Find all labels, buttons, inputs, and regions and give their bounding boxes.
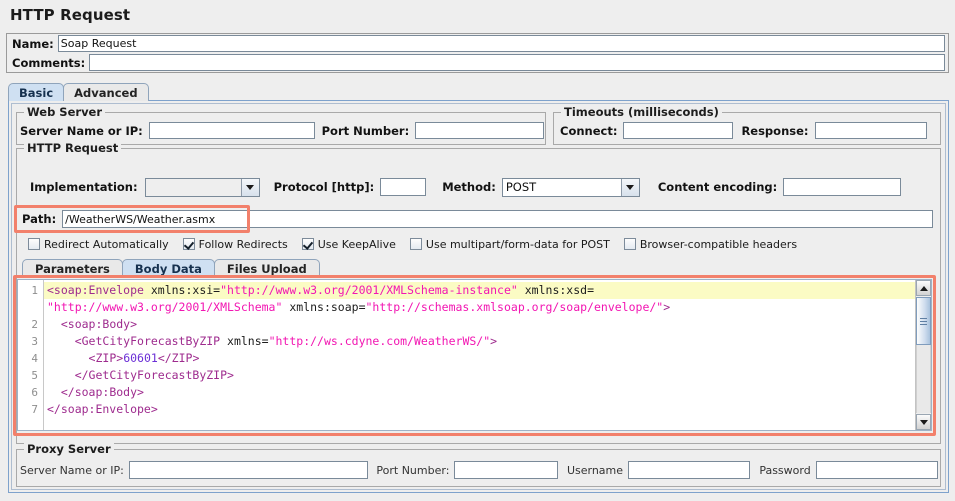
code-line-5: </GetCityForecastByZIP> — [44, 367, 915, 384]
checkbox-browser-compatible-headers[interactable]: Browser-compatible headers — [624, 238, 797, 251]
line-number-gutter: 1 2 3 4 5 6 7 — [18, 280, 44, 430]
code-line-4: <ZIP>60601</ZIP> — [44, 350, 915, 367]
checkbox-redirect-automatically[interactable]: Redirect Automatically — [28, 238, 169, 251]
checkbox-checked-icon — [302, 238, 314, 250]
code-line-1: <soap:Envelope xmlns:xsi="http://www.w3.… — [44, 282, 915, 299]
grip-icon — [920, 318, 927, 319]
proxy-username-input[interactable] — [628, 461, 750, 479]
checkbox-checked-icon — [183, 238, 195, 250]
main-tabstrip: Basic Advanced — [8, 82, 148, 101]
method-label: Method: — [442, 180, 496, 194]
protocol-input[interactable] — [380, 178, 426, 196]
subtab-parameters[interactable]: Parameters — [22, 259, 123, 277]
proxy-server-name-label: Server Name or IP: — [20, 464, 124, 477]
body-subtabstrip: Parameters Body Data Files Upload — [22, 259, 319, 277]
tab-basic[interactable]: Basic — [8, 83, 64, 101]
checkbox-box-icon — [28, 238, 40, 250]
options-checkbox-row: Redirect Automatically Follow Redirects … — [28, 236, 811, 252]
checkbox-box-icon — [410, 238, 422, 250]
code-line-7: </soap:Envelope> — [44, 401, 915, 418]
comments-row: Comments: — [7, 53, 948, 72]
web-server-legend: Web Server — [24, 105, 105, 119]
chevron-down-icon — [621, 179, 639, 196]
line-number: 4 — [18, 350, 43, 367]
timeouts-legend: Timeouts (milliseconds) — [561, 105, 722, 119]
http-request-panel: HTTP Request Name: Soap Request Comments… — [0, 0, 955, 501]
connect-input[interactable] — [623, 122, 733, 139]
response-label: Response: — [741, 124, 808, 138]
server-name-input[interactable] — [149, 122, 315, 139]
implementation-select[interactable] — [145, 178, 260, 197]
comments-input[interactable] — [89, 54, 945, 71]
scrollbar-track[interactable] — [916, 345, 931, 413]
line-number: 7 — [18, 401, 43, 418]
content-encoding-input[interactable] — [783, 178, 901, 196]
line-number: 5 — [18, 367, 43, 384]
line-number: 1 — [18, 282, 43, 299]
implementation-row: Implementation: Protocol [http]: Method:… — [30, 177, 901, 197]
line-number-wrap — [18, 299, 43, 316]
page-title: HTTP Request — [10, 6, 130, 24]
code-line-1-wrap: "http://www.w3.org/2001/XMLSchema" xmlns… — [44, 299, 915, 316]
proxy-port-input[interactable] — [454, 461, 558, 479]
path-label: Path: — [22, 212, 56, 226]
checkbox-label: Follow Redirects — [199, 238, 288, 251]
server-name-label: Server Name or IP: — [20, 124, 143, 138]
editor-vertical-scrollbar[interactable] — [915, 280, 931, 430]
checkbox-use-multipart-form-data[interactable]: Use multipart/form-data for POST — [410, 238, 610, 251]
protocol-label: Protocol [http]: — [274, 180, 375, 194]
body-data-editor[interactable]: 1 2 3 4 5 6 7 <soap:Envelope xmlns:xsi="… — [17, 279, 932, 431]
implementation-value — [146, 179, 241, 196]
line-number: 3 — [18, 333, 43, 350]
chevron-down-icon — [241, 179, 259, 196]
timeouts-row: Connect: Response: — [556, 121, 940, 140]
checkbox-label: Browser-compatible headers — [640, 238, 797, 251]
proxy-server-name-input[interactable] — [129, 461, 369, 479]
port-number-label: Port Number: — [322, 124, 410, 138]
response-input[interactable] — [815, 122, 927, 139]
name-label: Name: — [7, 37, 58, 51]
proxy-password-input[interactable] — [816, 461, 938, 479]
line-number: 2 — [18, 316, 43, 333]
web-server-row: Server Name or IP: Port Number: — [18, 121, 544, 140]
checkbox-label: Use KeepAlive — [318, 238, 396, 251]
method-value: POST — [503, 179, 621, 196]
line-number: 6 — [18, 384, 43, 401]
code-text-area[interactable]: <soap:Envelope xmlns:xsi="http://www.w3.… — [44, 280, 915, 430]
tab-advanced[interactable]: Advanced — [63, 83, 148, 101]
path-row: Path: /WeatherWS/Weather.asmx — [22, 209, 936, 229]
proxy-password-label: Password — [759, 464, 810, 477]
name-input[interactable]: Soap Request — [58, 35, 945, 52]
connect-label: Connect: — [560, 124, 617, 138]
scrollbar-thumb[interactable] — [916, 297, 931, 345]
method-select[interactable]: POST — [502, 178, 640, 197]
code-line-6: </soap:Body> — [44, 384, 915, 401]
checkbox-label: Use multipart/form-data for POST — [426, 238, 610, 251]
port-number-input[interactable] — [415, 122, 544, 139]
code-line-3: <GetCityForecastByZIP xmlns="http://ws.c… — [44, 333, 915, 350]
proxy-server-legend: Proxy Server — [24, 442, 114, 456]
proxy-port-label: Port Number: — [376, 464, 449, 477]
subtab-files-upload[interactable]: Files Upload — [214, 259, 320, 277]
content-encoding-label: Content encoding: — [658, 180, 777, 194]
checkbox-label: Redirect Automatically — [44, 238, 169, 251]
checkbox-use-keepalive[interactable]: Use KeepAlive — [302, 238, 396, 251]
subtab-body-data[interactable]: Body Data — [122, 259, 215, 277]
name-comments-box: Name: Soap Request Comments: — [6, 33, 949, 73]
code-line-2: <soap:Body> — [44, 316, 915, 333]
checkbox-box-icon — [624, 238, 636, 250]
checkbox-follow-redirects[interactable]: Follow Redirects — [183, 238, 288, 251]
path-input[interactable]: /WeatherWS/Weather.asmx — [62, 210, 933, 228]
comments-label: Comments: — [7, 56, 89, 70]
proxy-username-label: Username — [567, 464, 623, 477]
scroll-up-button[interactable] — [916, 280, 931, 296]
name-row: Name: Soap Request — [7, 34, 948, 53]
http-request-legend: HTTP Request — [24, 141, 121, 155]
proxy-server-row: Server Name or IP: Port Number: Username… — [20, 461, 938, 479]
implementation-label: Implementation: — [30, 180, 138, 194]
scroll-down-button[interactable] — [916, 414, 931, 430]
